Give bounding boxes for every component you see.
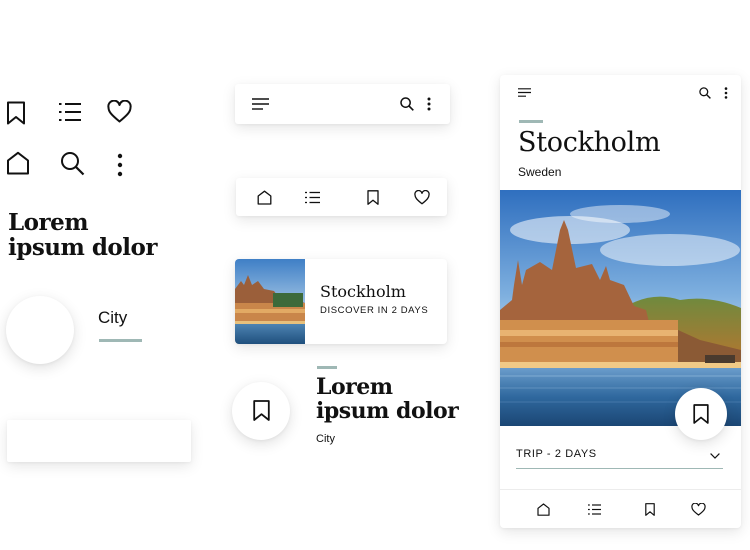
phone-title-accent — [519, 120, 543, 123]
bookmark-icon[interactable] — [367, 190, 379, 205]
middle-bottom-nav — [236, 178, 447, 216]
phone-title: Stockholm — [518, 127, 661, 158]
phone-subtitle: Sweden — [518, 165, 562, 179]
chevron-down-icon — [710, 453, 720, 459]
more-vert-icon[interactable] — [724, 87, 728, 99]
trip-select-value: TRIP - 2 DAYS — [516, 448, 597, 460]
bookmark-icon[interactable] — [645, 503, 655, 516]
trip-select[interactable]: TRIP - 2 DAYS — [516, 441, 723, 469]
phone-bookmark-button[interactable] — [675, 388, 727, 440]
destination-card-subtitle: DISCOVER IN 2 DAYS — [320, 305, 429, 316]
list-icon[interactable] — [305, 191, 320, 204]
left-city-label: City — [98, 308, 128, 327]
menu-icon[interactable] — [252, 98, 269, 110]
list-icon[interactable] — [588, 504, 601, 515]
bookmark-icon — [253, 400, 270, 421]
heart-icon[interactable] — [414, 190, 430, 205]
middle-heading-line-2: ipsum dolor — [316, 398, 459, 424]
home-icon[interactable] — [257, 190, 272, 205]
more-vert-icon[interactable] — [427, 97, 431, 111]
destination-card-title: Stockholm — [320, 282, 406, 301]
list-icon[interactable] — [58, 101, 82, 123]
menu-icon[interactable] — [518, 88, 531, 97]
left-heading-line-1: Lorem — [8, 209, 89, 236]
search-icon[interactable] — [699, 87, 711, 99]
left-city-underline — [99, 339, 142, 342]
heart-icon[interactable] — [107, 100, 132, 123]
middle-heading-line-1: Lorem — [316, 374, 393, 400]
left-heading: Lorem ipsum dolor — [8, 210, 157, 260]
destination-card[interactable]: Stockholm DISCOVER IN 2 DAYS — [235, 259, 447, 344]
middle-heading: Lorem ipsum dolor — [316, 374, 459, 424]
search-icon[interactable] — [400, 97, 414, 111]
home-icon[interactable] — [537, 503, 550, 516]
home-icon[interactable] — [6, 151, 30, 175]
phone-screen: Stockholm Sweden TRIP - 2 DAYS — [500, 75, 741, 528]
heart-icon[interactable] — [691, 503, 706, 516]
middle-top-bar — [235, 84, 450, 124]
middle-heading-accent — [317, 366, 337, 369]
more-vert-icon[interactable] — [116, 153, 124, 177]
phone-bottom-nav — [500, 490, 741, 528]
destination-card-image — [235, 259, 305, 344]
search-icon[interactable] — [60, 151, 85, 176]
middle-city-label: City — [316, 433, 335, 445]
bookmark-icon[interactable] — [6, 101, 26, 125]
middle-bookmark-button[interactable] — [232, 382, 290, 440]
trip-select-underline — [516, 468, 723, 469]
bookmark-icon — [693, 404, 709, 424]
left-circle-button[interactable] — [6, 296, 74, 364]
left-empty-card — [7, 420, 191, 462]
left-heading-line-2: ipsum dolor — [8, 234, 157, 261]
